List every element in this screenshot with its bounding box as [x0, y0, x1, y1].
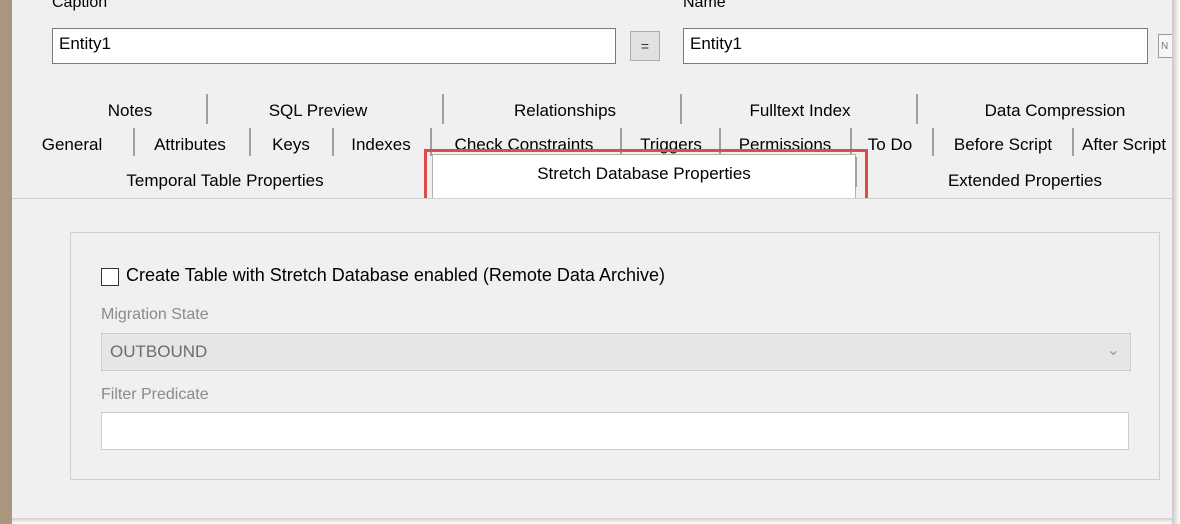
name-options-icon[interactable]: N — [1158, 34, 1172, 58]
caption-label: Caption — [52, 0, 108, 11]
tab-fulltext-index[interactable]: Fulltext Index — [700, 99, 900, 123]
tab-extended-properties[interactable]: Extended Properties — [880, 169, 1170, 193]
tab-temporal-table-properties[interactable]: Temporal Table Properties — [80, 169, 370, 193]
tab-general[interactable]: General — [17, 133, 127, 157]
tab-keys[interactable]: Keys — [255, 133, 327, 157]
tab-separator — [442, 94, 444, 124]
stretch-enable-checkbox[interactable] — [101, 268, 119, 286]
tab-separator — [206, 94, 208, 124]
window-shadow-bottom — [12, 518, 1172, 524]
sync-name-button[interactable]: = — [630, 31, 660, 61]
filter-predicate-label: Filter Predicate — [101, 386, 209, 403]
tab-notes[interactable]: Notes — [70, 99, 190, 123]
tab-separator — [680, 94, 682, 124]
tab-sql-preview[interactable]: SQL Preview — [218, 99, 418, 123]
window-border-left — [0, 0, 12, 524]
migration-state-select[interactable]: OUTBOUND ⌄ — [101, 333, 1131, 371]
tab-relationships[interactable]: Relationships — [470, 99, 660, 123]
tab-data-compression[interactable]: Data Compression — [940, 99, 1170, 123]
tab-indexes[interactable]: Indexes — [336, 133, 426, 157]
window-shadow-right — [1172, 0, 1180, 524]
name-input[interactable]: Entity1 — [683, 28, 1148, 64]
tab-attributes[interactable]: Attributes — [138, 133, 242, 157]
chevron-down-icon: ⌄ — [1106, 342, 1120, 359]
migration-state-label: Migration State — [101, 306, 209, 323]
tab-separator — [932, 128, 934, 156]
migration-state-value: OUTBOUND — [110, 342, 208, 361]
tab-separator — [916, 94, 918, 124]
tab-before-script[interactable]: Before Script — [938, 133, 1068, 157]
tab-after-script[interactable]: After Script — [1082, 133, 1180, 157]
stretch-enable-label[interactable]: Create Table with Stretch Database enabl… — [126, 265, 665, 286]
caption-input[interactable]: Entity1 — [52, 28, 616, 64]
filter-predicate-input[interactable] — [101, 412, 1129, 450]
name-label: Name — [683, 0, 726, 11]
tab-separator — [133, 128, 135, 156]
tab-separator — [332, 128, 334, 156]
tab-separator — [1072, 128, 1074, 156]
tab-separator — [249, 128, 251, 156]
